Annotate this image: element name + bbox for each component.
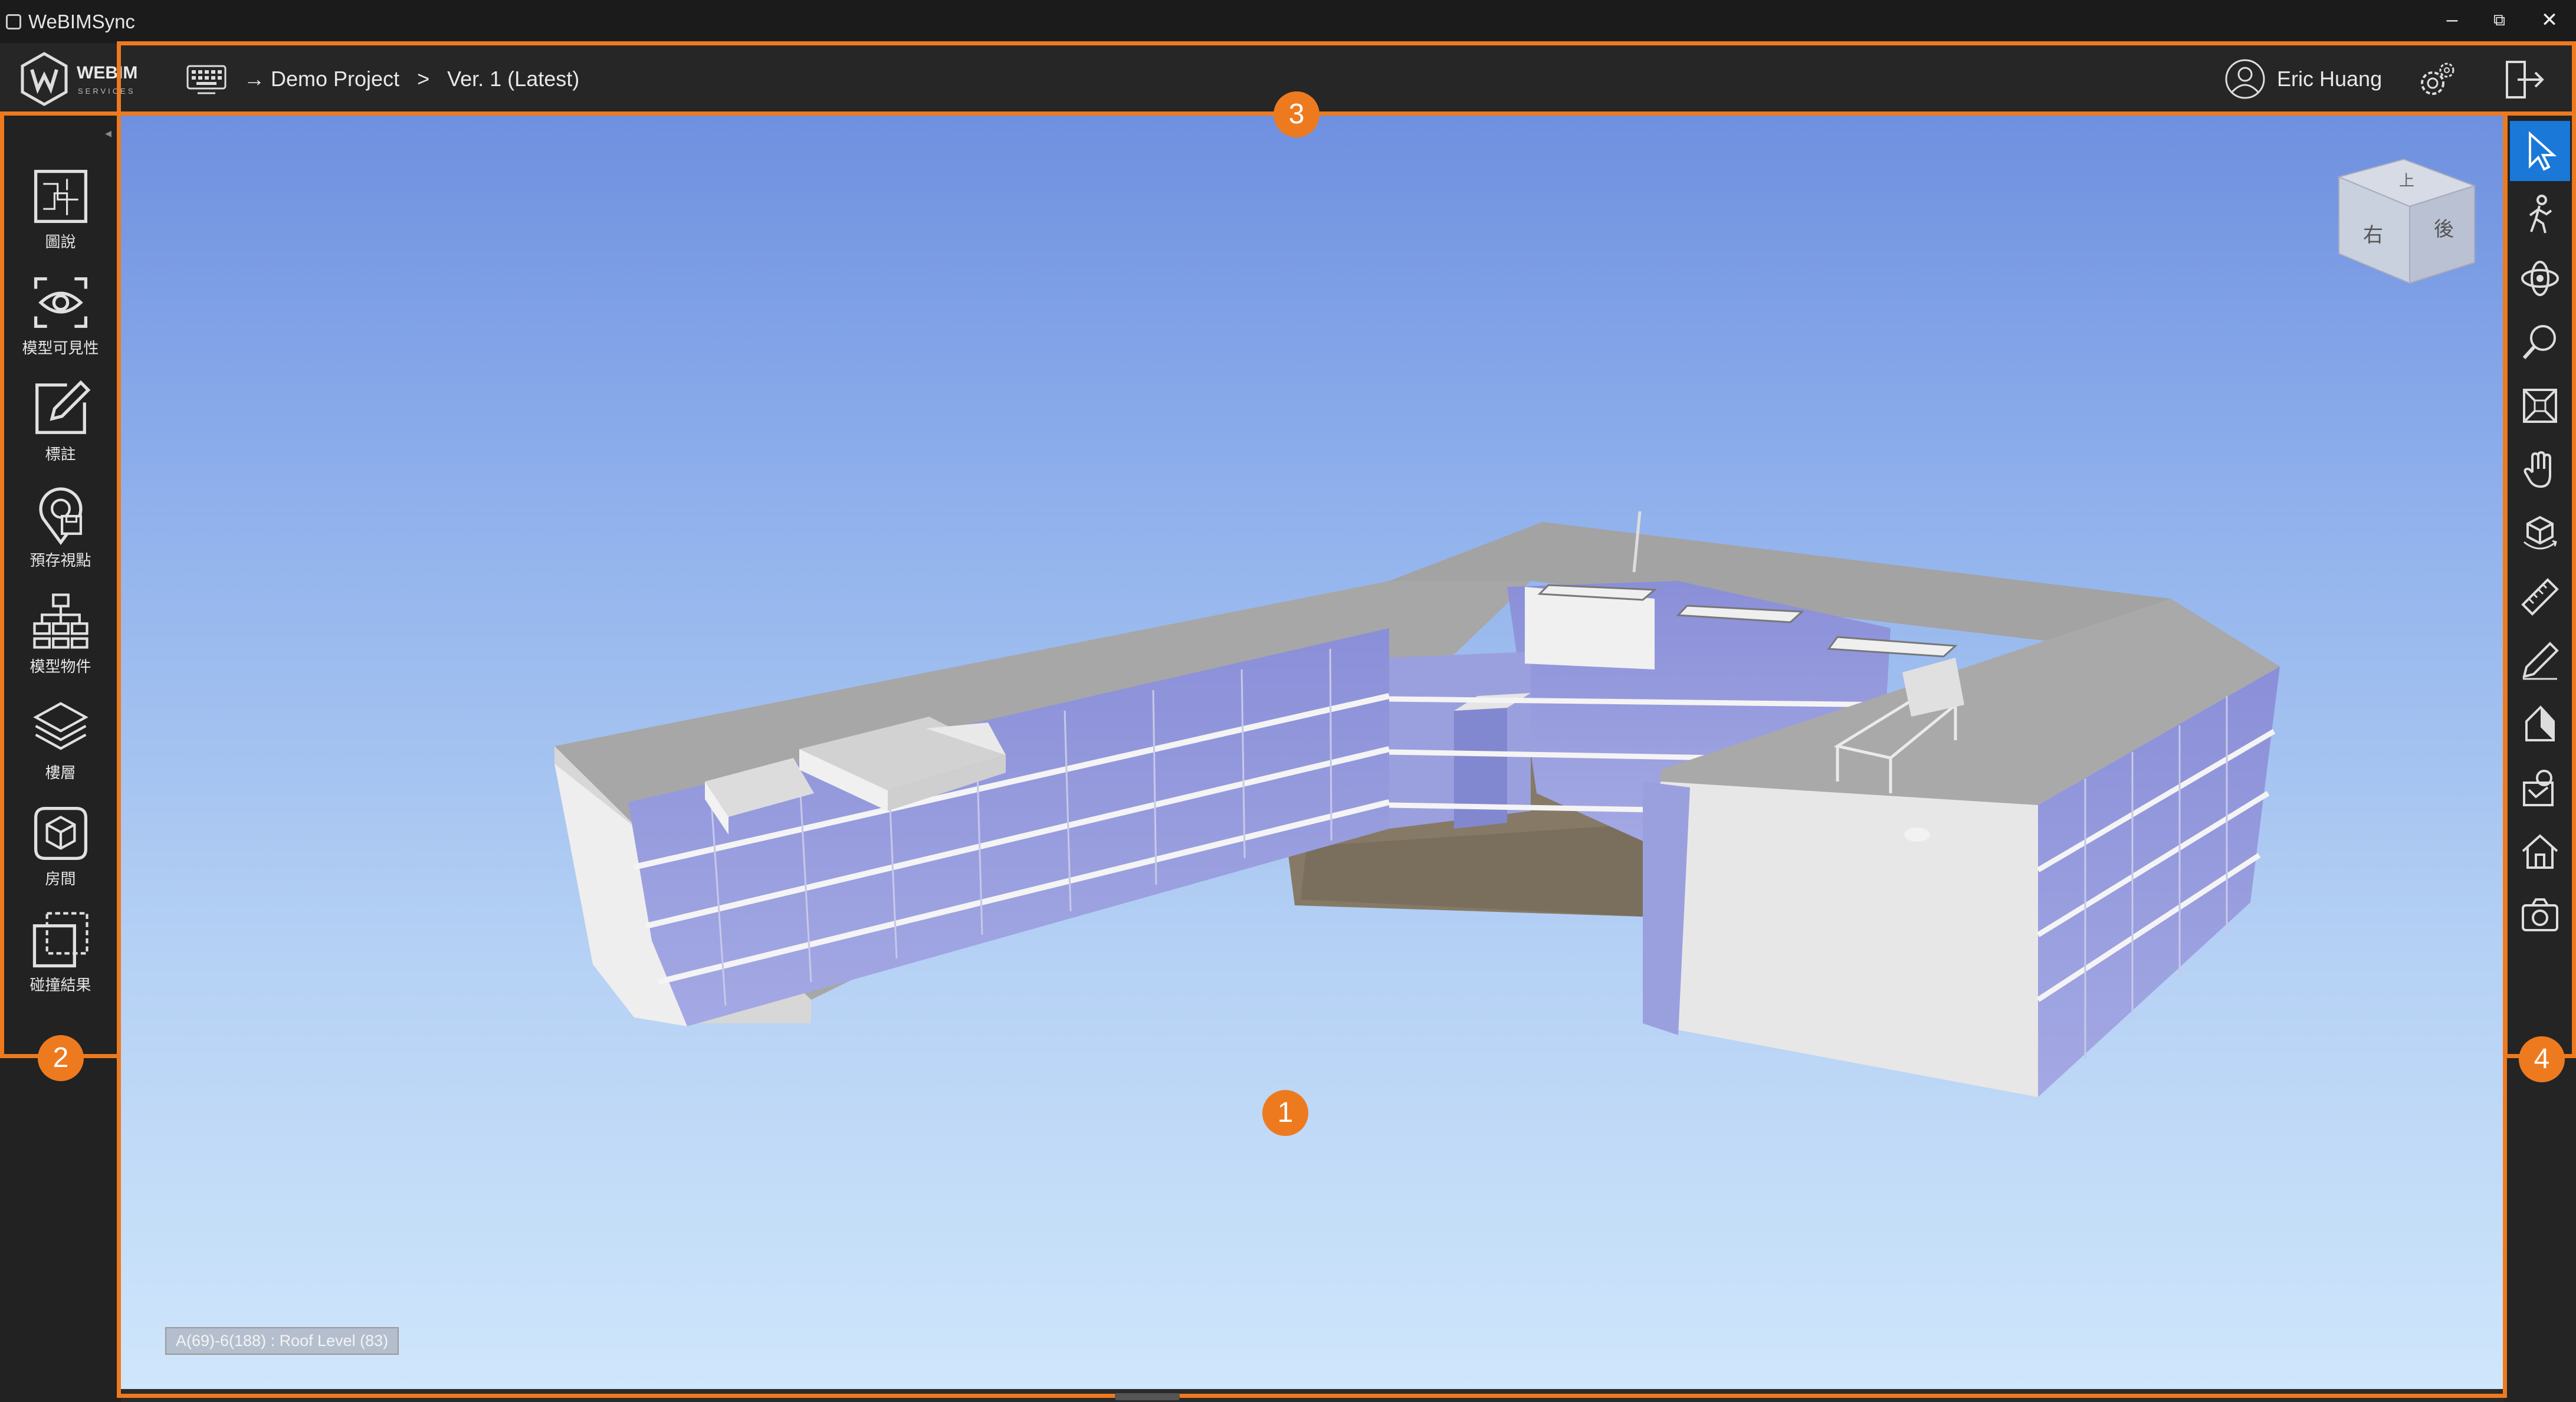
cut-plane-icon bbox=[2525, 705, 2555, 741]
settings-icon[interactable] bbox=[2413, 56, 2460, 103]
visibility-eye-icon bbox=[34, 277, 87, 328]
building-model[interactable] bbox=[121, 115, 2504, 1389]
keyboard-icon[interactable] bbox=[186, 61, 227, 97]
sidebar-item-model-objects[interactable]: 模型物件 bbox=[0, 590, 121, 690]
drawings-icon bbox=[34, 169, 87, 224]
sidebar-item-label: 模型可見性 bbox=[22, 339, 99, 357]
home-icon bbox=[2522, 834, 2558, 869]
callout-sidebar: 2 bbox=[38, 1035, 84, 1081]
viewcube-top-label: 上 bbox=[2399, 172, 2414, 190]
rotate-cube-icon bbox=[2524, 516, 2557, 550]
logout-icon[interactable] bbox=[2500, 56, 2547, 103]
sidebar-item-label: 碰撞結果 bbox=[29, 976, 91, 994]
viewcube-back-label: 後 bbox=[2434, 218, 2454, 241]
stair-core bbox=[1454, 708, 1507, 829]
right-wing-end-wall bbox=[1643, 782, 2038, 1097]
zoom-tool[interactable] bbox=[2510, 312, 2570, 372]
walk-person-icon bbox=[2529, 195, 2552, 234]
restore-button[interactable]: ⧉ bbox=[2476, 11, 2523, 30]
sidebar-item-rooms[interactable]: 房間 bbox=[0, 802, 121, 902]
selection-status: A(69)-6(188) : Roof Level (83) bbox=[165, 1327, 399, 1355]
clash-results-icon bbox=[32, 912, 88, 968]
user-name: Eric Huang bbox=[2277, 67, 2383, 91]
room-cube-icon bbox=[34, 806, 87, 861]
walk-tool[interactable] bbox=[2510, 185, 2570, 245]
right-toolbar bbox=[2504, 115, 2576, 1402]
logo-subtext: SERVICES bbox=[78, 87, 136, 96]
close-button[interactable]: ✕ bbox=[2526, 8, 2573, 32]
sidebar-item-label: 預存視點 bbox=[29, 551, 91, 569]
sidebar-item-visibility[interactable]: 模型可見性 bbox=[0, 271, 121, 372]
viewport-bottom-handle[interactable] bbox=[1115, 1393, 1180, 1400]
measure-tool[interactable] bbox=[2510, 567, 2570, 627]
camera-icon bbox=[2522, 898, 2558, 931]
3d-viewport[interactable]: 上 右 後 A(69)-6(188) : Roof Level (83) bbox=[121, 115, 2504, 1389]
breadcrumb-separator: > bbox=[417, 67, 430, 91]
sidebar-item-label: 圖說 bbox=[45, 233, 76, 251]
hand-pan-icon bbox=[2524, 451, 2551, 488]
properties-icon bbox=[2523, 770, 2554, 806]
sidebar-item-label: 標註 bbox=[45, 445, 76, 463]
callout-viewport: 1 bbox=[1262, 1090, 1308, 1136]
logo-text: WEBIM bbox=[77, 63, 137, 83]
sidebar-item-levels[interactable]: 樓層 bbox=[0, 696, 121, 796]
sidebar-item-label: 樓層 bbox=[45, 764, 76, 782]
section-tool[interactable] bbox=[2510, 631, 2570, 691]
collapse-arrow-icon[interactable]: ◂ bbox=[105, 126, 111, 141]
sidebar-item-label: 模型物件 bbox=[29, 658, 91, 675]
orbit-tool[interactable] bbox=[2510, 248, 2570, 308]
rotate-model-tool[interactable] bbox=[2510, 503, 2570, 563]
zoom-magnifier-icon bbox=[2522, 325, 2556, 360]
callout-toolbar: 4 bbox=[2519, 1036, 2565, 1082]
user-menu[interactable]: Eric Huang bbox=[2224, 43, 2382, 115]
sidebar-item-clash-results[interactable]: 碰撞結果 bbox=[0, 908, 121, 1009]
breadcrumb: → Demo Project > Ver. 1 (Latest) bbox=[186, 43, 579, 115]
fit-tool[interactable] bbox=[2510, 376, 2570, 436]
webim-logo[interactable]: WEBIM SERVICES bbox=[18, 49, 153, 109]
sidebar-item-label: 房間 bbox=[45, 870, 76, 888]
markup-pencil-icon bbox=[35, 380, 90, 434]
orbit-icon bbox=[2521, 261, 2559, 296]
cursor-icon bbox=[2529, 131, 2557, 171]
breadcrumb-project[interactable]: → Demo Project bbox=[244, 67, 399, 91]
view-cube[interactable]: 上 右 後 bbox=[2327, 142, 2492, 295]
home-view-tool[interactable] bbox=[2510, 822, 2570, 882]
app-icon bbox=[6, 14, 21, 29]
fit-frame-icon bbox=[2523, 389, 2557, 423]
screenshot-tool[interactable] bbox=[2510, 885, 2570, 945]
viewcube-right-label: 右 bbox=[2363, 224, 2383, 247]
sidebar-item-markup[interactable]: 標註 bbox=[0, 377, 121, 478]
window-title-bar: WeBIMSync – ⧉ ✕ bbox=[0, 0, 2576, 43]
left-sidebar: ◂ 圖說 模型可見性 標註 預存視點 模型物件 樓層 房間 碰撞結果 bbox=[0, 115, 121, 1402]
ruler-icon bbox=[2521, 578, 2559, 616]
saved-viewpoint-icon bbox=[38, 487, 83, 546]
clip-plane-tool[interactable] bbox=[2510, 694, 2570, 754]
model-tree-icon bbox=[32, 593, 88, 649]
section-pencil-icon bbox=[2522, 642, 2559, 680]
minimize-button[interactable]: – bbox=[2429, 8, 2476, 31]
breadcrumb-version[interactable]: Ver. 1 (Latest) bbox=[447, 67, 579, 91]
levels-layers-icon bbox=[32, 702, 88, 750]
user-icon bbox=[2225, 59, 2265, 99]
pan-tool[interactable] bbox=[2510, 439, 2570, 500]
sidebar-item-drawings[interactable]: 圖說 bbox=[0, 165, 121, 265]
sidebar-item-saved-viewpoints[interactable]: 預存視點 bbox=[0, 484, 121, 584]
properties-tool[interactable] bbox=[2510, 758, 2570, 818]
callout-header: 3 bbox=[1274, 91, 1320, 137]
select-tool[interactable] bbox=[2510, 121, 2570, 181]
window-title: WeBIMSync bbox=[28, 10, 135, 32]
